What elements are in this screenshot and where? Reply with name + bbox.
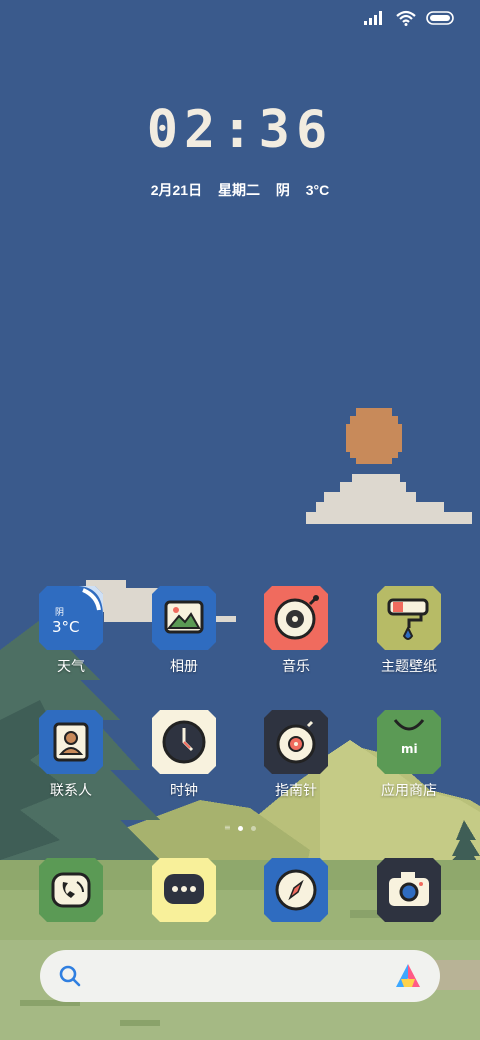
app-music[interactable]: 音乐: [240, 586, 352, 676]
wifi-icon: [396, 10, 416, 26]
dock-phone[interactable]: [15, 858, 127, 922]
page-dot: [251, 825, 256, 831]
app-label: 主题壁纸: [381, 659, 437, 675]
compass-icon: [264, 710, 328, 774]
app-store[interactable]: mi 应用商店: [353, 710, 465, 800]
date: 2月21日: [150, 182, 203, 198]
page-dot-active: [238, 825, 243, 831]
app-compass[interactable]: 指南针: [240, 710, 352, 800]
messages-icon: [152, 858, 216, 922]
themes-icon: [377, 586, 441, 650]
app-themes[interactable]: 主题壁纸: [353, 586, 465, 676]
signal-bars-icon: [364, 11, 382, 25]
dock-camera[interactable]: [353, 858, 465, 922]
app-label: 指南针: [275, 783, 317, 799]
app-clock[interactable]: 时钟: [128, 710, 240, 800]
app-contacts[interactable]: 联系人: [15, 710, 127, 800]
search-icon[interactable]: [58, 964, 82, 988]
weather-icon-temp: 3°C: [52, 618, 80, 636]
app-weather[interactable]: 阴 3°C 天气: [15, 586, 127, 676]
dock-browser[interactable]: [240, 858, 352, 922]
sun: [346, 408, 402, 464]
app-label: 联系人: [50, 783, 92, 799]
temperature: 3°C: [305, 182, 330, 198]
gallery-icon: [152, 586, 216, 650]
phone-icon: [39, 858, 103, 922]
page-list-icon: ≡: [224, 823, 231, 832]
page-indicator[interactable]: ≡: [0, 823, 480, 832]
date-line[interactable]: 2月21日 星期二 阴 3°C: [0, 180, 480, 200]
weather-condition: 阴: [275, 182, 290, 198]
app-label: 时钟: [170, 783, 198, 799]
clock-time[interactable]: 02:36: [0, 100, 480, 160]
clock-icon: [152, 710, 216, 774]
app-store-icon: mi: [377, 710, 441, 774]
weather-icon: 阴 3°C: [39, 586, 103, 650]
app-label: 音乐: [282, 659, 310, 675]
browser-icon: [264, 858, 328, 922]
weather-icon-condition: 阴: [55, 608, 65, 618]
app-label: 天气: [57, 659, 85, 675]
status-bar: [364, 10, 454, 26]
search-bar[interactable]: [40, 950, 440, 1002]
camera-icon: [377, 858, 441, 922]
assistant-icon[interactable]: [394, 963, 422, 989]
app-store-mi-text: mi: [401, 742, 418, 756]
dock-messages[interactable]: [128, 858, 240, 922]
music-icon: [264, 586, 328, 650]
app-gallery[interactable]: 相册: [128, 586, 240, 676]
app-label: 应用商店: [381, 783, 437, 799]
weekday: 星期二: [217, 182, 260, 198]
battery-icon: [426, 11, 454, 25]
contacts-icon: [39, 710, 103, 774]
app-label: 相册: [170, 659, 198, 675]
